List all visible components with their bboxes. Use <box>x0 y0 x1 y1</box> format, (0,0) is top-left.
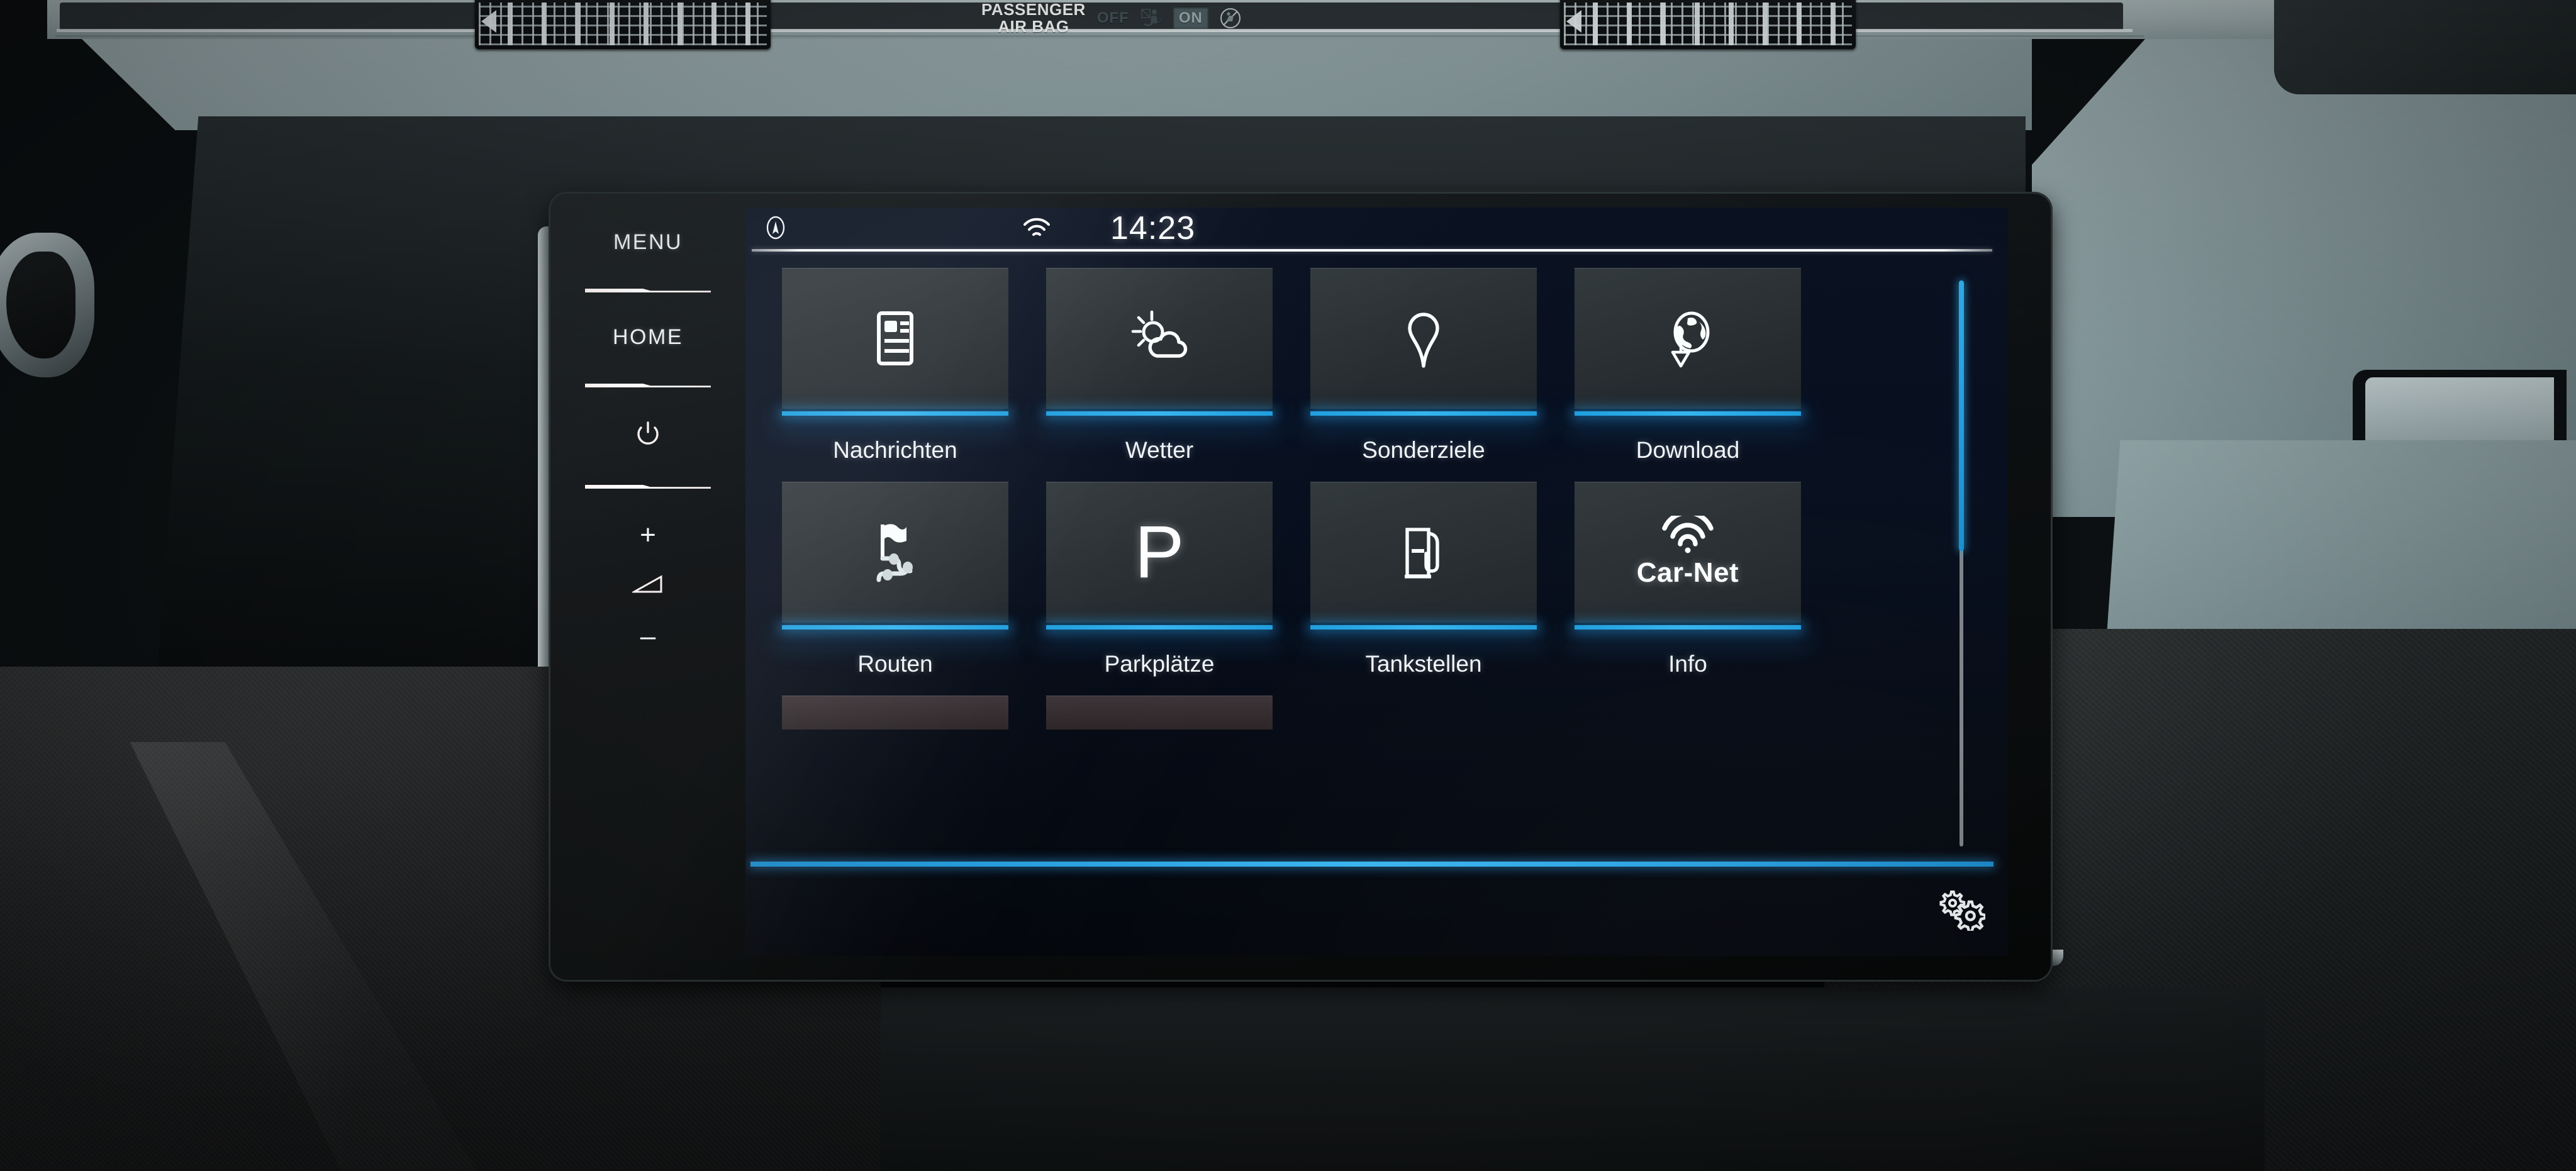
dashboard-photo: PASSENGER AIR BAG OFF 2 ON MENU HOME + –… <box>0 0 2576 1171</box>
tile-active-bar <box>1575 411 1801 416</box>
hardkey-menu[interactable]: MENU <box>613 230 683 255</box>
airbag-title-line2: AIR BAG <box>998 17 1069 36</box>
status-bar-divider <box>752 249 1992 252</box>
passenger-airbag-indicator: PASSENGER AIR BAG OFF 2 ON <box>981 1 1241 36</box>
hardkey-column: MENU HOME + – <box>550 194 745 980</box>
tile-active-bar <box>1046 625 1273 630</box>
tile-active-bar <box>1310 625 1537 630</box>
tile-active-bar <box>1310 411 1537 416</box>
tile-tankstellen[interactable]: Tankstellen <box>1310 482 1537 677</box>
airbag-off-symbol-icon: 2 <box>1141 9 1162 26</box>
tile-face[interactable]: Car-Net <box>1575 482 1801 623</box>
wifi-status-icon-wrap <box>1022 218 1051 242</box>
airbag-child-seat-prohibited-icon <box>1220 8 1241 29</box>
tile-label: Wetter <box>1125 437 1194 463</box>
vent-slats-icon <box>479 3 767 45</box>
hardkey-volume-up[interactable]: + <box>640 521 656 549</box>
vent-direction-arrow-icon <box>1566 10 1581 33</box>
app-tile-grid: Nachrichten Wetter Sonderziele Download … <box>782 268 1927 846</box>
wifi-icon <box>1023 218 1050 236</box>
tile-label: Info <box>1668 651 1707 677</box>
tile-label: Download <box>1636 437 1740 463</box>
hardkey-divider <box>585 384 711 387</box>
tile-active-bar <box>1046 411 1273 416</box>
bottom-divider <box>750 862 1993 867</box>
fuel-pump-icon <box>1405 528 1439 579</box>
tile-parkplaetze[interactable]: P Parkplätze <box>1046 482 1273 677</box>
compass-navigation-icon <box>766 216 785 240</box>
gear-shifter-inner <box>6 252 75 358</box>
news-article-icon <box>877 311 913 365</box>
air-vent-left <box>475 0 771 49</box>
gears-settings-icon <box>1939 891 1985 931</box>
hardkey-divider <box>585 289 711 292</box>
clock: 14:23 <box>1110 210 1196 247</box>
settings-button[interactable] <box>1936 887 1987 932</box>
carnet-logo: Car-Net <box>1637 516 1739 589</box>
tile-label: Tankstellen <box>1365 651 1482 677</box>
airbag-title-line1: PASSENGER <box>981 0 1086 19</box>
tile-label: Parkplätze <box>1104 651 1215 677</box>
hardkey-home[interactable]: HOME <box>613 325 683 350</box>
svg-text:2: 2 <box>1158 17 1162 25</box>
tile-label: Routen <box>857 651 933 677</box>
tile-info[interactable]: Car-Net Info <box>1575 482 1801 677</box>
vent-slats-icon <box>1564 3 1852 45</box>
tile-download[interactable]: Download <box>1575 268 1801 463</box>
tile-label: Nachrichten <box>833 437 957 463</box>
infotainment-head-unit: MENU HOME + – 14:23 Nachrichten Wetter S… <box>550 194 2051 980</box>
tile-face[interactable] <box>1310 482 1537 623</box>
tile-active-bar <box>1575 625 1801 630</box>
status-bar: 14:23 <box>745 208 2008 247</box>
tile-face[interactable]: P <box>1046 482 1273 623</box>
tile-sonderziele[interactable]: Sonderziele <box>1310 268 1537 463</box>
tile-nachrichten[interactable]: Nachrichten <box>782 268 1008 463</box>
carnet-wifi-logo <box>1662 516 1714 553</box>
flag-route-icon <box>876 524 913 582</box>
airbag-off-label: OFF <box>1096 9 1129 27</box>
map-pin-icon <box>1408 313 1439 368</box>
navigation-status-button[interactable] <box>763 215 788 243</box>
globe-download-icon <box>1671 311 1710 368</box>
tile-routen[interactable]: Routen <box>782 482 1008 677</box>
tile-face[interactable] <box>1310 268 1537 409</box>
tile-active-bar <box>782 411 1008 416</box>
parking-p-glyph: P <box>1134 511 1185 594</box>
tile-face[interactable] <box>782 482 1008 623</box>
air-vent-right <box>1560 0 1856 49</box>
tile-partial-row[interactable] <box>1046 696 1273 730</box>
airbag-title: PASSENGER AIR BAG <box>981 1 1086 36</box>
tile-face[interactable] <box>782 268 1008 409</box>
airbag-on-label: ON <box>1173 8 1208 30</box>
tile-face[interactable] <box>1575 268 1801 409</box>
hardkey-volume-down[interactable]: – <box>640 623 655 650</box>
tile-label: Sonderziele <box>1362 437 1485 463</box>
tile-face[interactable] <box>1046 268 1273 409</box>
power-icon <box>637 421 659 445</box>
tile-wetter[interactable]: Wetter <box>1046 268 1273 463</box>
carnet-wordmark: Car-Net <box>1636 557 1739 588</box>
scrollbar-thumb[interactable] <box>1959 280 1964 551</box>
hardkey-divider <box>585 485 711 489</box>
dash-right-top-pad <box>2274 0 2576 94</box>
vent-direction-arrow-icon <box>481 10 496 33</box>
sun-cloud-weather-icon <box>1131 310 1188 358</box>
volume-icon <box>630 575 662 593</box>
tile-partial-row[interactable] <box>782 696 1008 730</box>
hardkey-volume-indicator[interactable] <box>630 574 664 597</box>
tile-active-bar <box>782 625 1008 630</box>
touchscreen-display[interactable]: 14:23 Nachrichten Wetter Sonderziele Dow… <box>745 208 2008 956</box>
hardkey-power[interactable] <box>634 420 662 451</box>
